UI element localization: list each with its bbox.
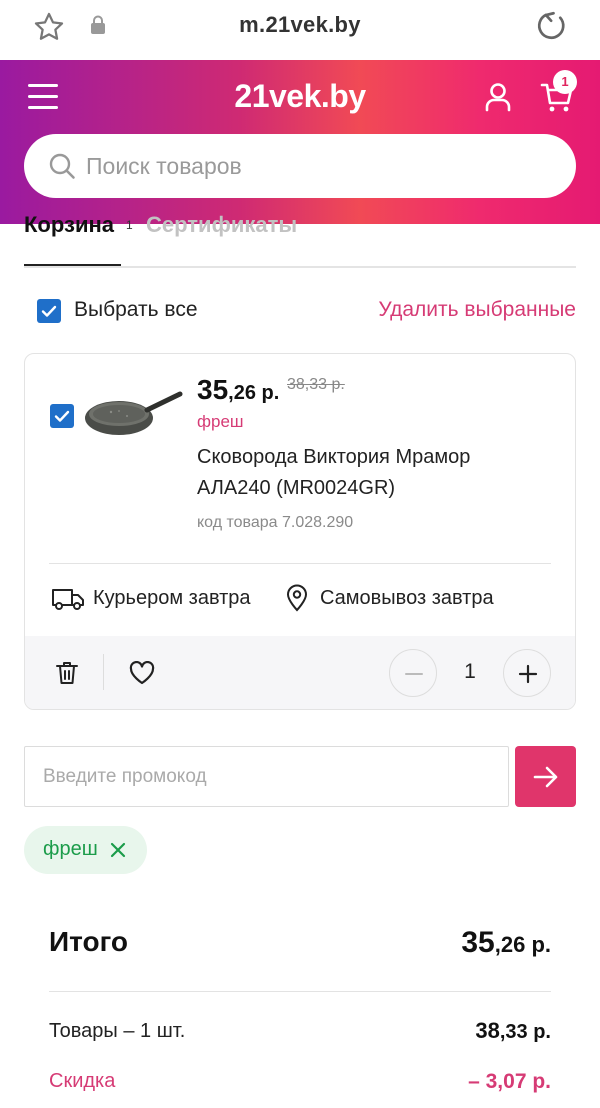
- discount-value: – 3,07 р.: [468, 1070, 551, 1093]
- quantity-decrease-button[interactable]: [389, 649, 437, 697]
- search-input[interactable]: [86, 146, 546, 186]
- search-bar[interactable]: [24, 134, 576, 198]
- promo-submit-button[interactable]: [515, 746, 576, 807]
- minus-icon: [405, 673, 423, 675]
- item-price: 35,26 р.: [197, 374, 280, 405]
- divider: [49, 991, 551, 992]
- tab-cart-count: 1: [126, 218, 133, 232]
- goods-subtotal: 38,33 р.: [475, 1018, 551, 1043]
- total-label: Итого: [49, 926, 128, 957]
- reload-icon[interactable]: [534, 8, 570, 44]
- check-icon: [41, 305, 57, 317]
- applied-promo-label: фреш: [43, 838, 98, 860]
- tab-certificates[interactable]: Сертификаты: [146, 212, 297, 238]
- address-bar-url[interactable]: m.21vek.by: [0, 12, 600, 38]
- user-icon[interactable]: [484, 82, 512, 112]
- discount-label: Скидка: [49, 1070, 116, 1092]
- close-icon[interactable]: [108, 840, 128, 860]
- item-name[interactable]: Сковорода Виктория Мрамор АЛА240 (MR0024…: [197, 442, 547, 504]
- browser-toolbar: m.21vek.by: [0, 0, 600, 60]
- trash-icon[interactable]: [55, 660, 79, 686]
- search-icon: [49, 153, 75, 179]
- goods-count-label: Товары – 1 шт.: [49, 1020, 186, 1042]
- promo-code-input[interactable]: [24, 746, 509, 807]
- delivery-courier: Курьером завтра: [93, 587, 251, 609]
- item-actions: 1: [25, 636, 575, 709]
- divider: [49, 563, 551, 564]
- item-promo-tag: фреш: [197, 412, 244, 431]
- heart-icon[interactable]: [129, 661, 155, 685]
- delivery-pickup: Самовывоз завтра: [320, 587, 494, 609]
- product-image[interactable]: [83, 382, 183, 442]
- tab-cart[interactable]: Корзина: [24, 212, 114, 238]
- select-all-label[interactable]: Выбрать все: [74, 298, 198, 322]
- divider: [103, 654, 104, 690]
- site-header: 21vek.by 1: [0, 60, 600, 224]
- plus-icon: [518, 664, 538, 684]
- delete-selected-link[interactable]: Удалить выбранные: [378, 298, 576, 322]
- item-old-price: 38,33 р.: [287, 376, 345, 393]
- item-checkbox[interactable]: [50, 404, 74, 428]
- check-icon: [54, 410, 70, 422]
- cart-count-badge: 1: [553, 70, 577, 94]
- cart-item-card: 35,26 р. 38,33 р. фреш Сковорода Виктори…: [24, 353, 576, 710]
- arrow-right-icon: [533, 766, 558, 788]
- select-all-checkbox[interactable]: [37, 299, 61, 323]
- quantity-increase-button[interactable]: [503, 649, 551, 697]
- applied-promo-chip: фреш: [24, 826, 147, 874]
- quantity-value: 1: [464, 660, 476, 683]
- cart-tabs: Корзина 1 Сертификаты: [24, 212, 576, 268]
- item-code: код товара 7.028.290: [197, 514, 354, 531]
- total-value: 35,26 р.: [461, 926, 551, 959]
- location-pin-icon: [286, 584, 308, 612]
- active-tab-indicator: [24, 264, 121, 266]
- truck-icon: [52, 589, 84, 610]
